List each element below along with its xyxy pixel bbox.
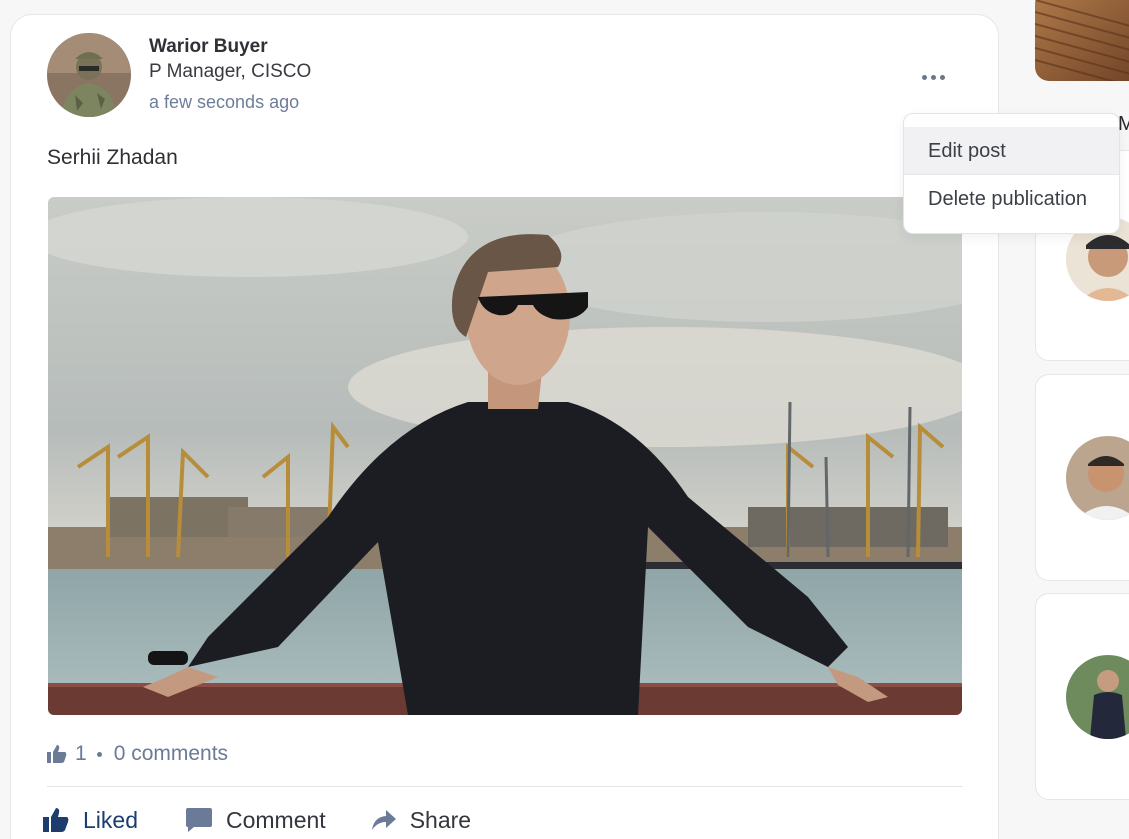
likes-count[interactable]: 1 xyxy=(75,742,87,766)
comment-button[interactable]: Comment xyxy=(185,806,326,834)
like-label: Liked xyxy=(83,806,138,833)
sidebar-avatar[interactable] xyxy=(1066,655,1129,739)
actions-divider xyxy=(47,786,963,787)
sidebar-card-3[interactable] xyxy=(1035,593,1129,800)
share-arrow-icon xyxy=(371,810,396,830)
share-button[interactable]: Share xyxy=(371,806,472,834)
share-label: Share xyxy=(409,806,472,833)
comments-count-link[interactable]: 0 comments xyxy=(114,742,228,766)
menu-item-edit-post[interactable]: Edit post xyxy=(904,127,1119,175)
post-card: Warior Buyer P Manager, CISCO a few seco… xyxy=(10,14,999,839)
comment-icon xyxy=(185,808,212,832)
post-stats: 1 0 comments xyxy=(47,739,228,769)
sidebar-card-2[interactable] xyxy=(1035,374,1129,581)
comment-label: Comment xyxy=(225,806,326,833)
thumbs-up-icon xyxy=(43,808,69,832)
sidebar-heading-partial: M xyxy=(1118,113,1129,135)
page: Warior Buyer P Manager, CISCO a few seco… xyxy=(0,0,1129,839)
post-timestamp: a few seconds ago xyxy=(149,92,300,112)
thumbs-up-icon xyxy=(47,745,67,763)
like-button[interactable]: Liked xyxy=(43,807,138,834)
author-title: P Manager, CISCO xyxy=(149,61,312,82)
menu-item-delete-publication[interactable]: Delete publication xyxy=(904,175,1119,223)
sidebar-thumbnail-image[interactable] xyxy=(1035,0,1129,81)
author-avatar[interactable] xyxy=(47,33,131,117)
post-actions: Liked Comment Share xyxy=(43,803,471,837)
post-options-menu: Edit post Delete publication xyxy=(903,113,1120,234)
author-name[interactable]: Warior Buyer xyxy=(149,36,268,58)
sidebar-avatar[interactable] xyxy=(1066,436,1129,520)
post-image[interactable] xyxy=(48,197,962,715)
separator-dot xyxy=(96,751,102,757)
more-options-button[interactable] xyxy=(915,63,951,91)
post-text: Serhii Zhadan xyxy=(47,146,178,169)
more-horizontal-icon xyxy=(921,74,927,80)
